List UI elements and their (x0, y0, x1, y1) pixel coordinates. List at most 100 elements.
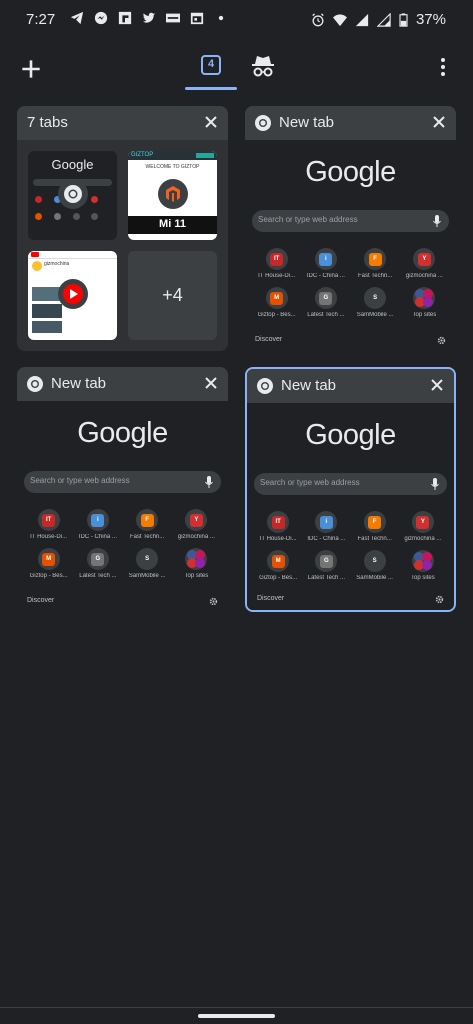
shortcut-tile: IT IT House-Di... (24, 509, 73, 540)
mic-icon (431, 478, 439, 490)
shortcut-tile: F Fast Techn... (123, 509, 172, 540)
chrome-badge (58, 179, 88, 209)
more-tabs-count: +4 (128, 251, 217, 340)
close-icon[interactable] (203, 375, 219, 391)
search-placeholder: Search or type web address (258, 215, 358, 224)
tab-count: 4 (207, 58, 215, 70)
shortcut-tile: i IDC - China ... (301, 248, 350, 279)
selected-tab-indicator (185, 87, 237, 90)
tab-group-title: 7 tabs (27, 114, 68, 131)
shortcut-tile: i IDC - China ... (73, 509, 122, 540)
mini-giztop-title: GIZTOP (131, 152, 154, 158)
shortcut-tile: G Latest Tech ... (73, 548, 122, 579)
shortcut-label: SamMobile ... (128, 573, 166, 579)
shortcut-icon (185, 548, 208, 570)
shortcut-icon: F (136, 509, 159, 531)
tab-card-selected[interactable]: New tab Google Search or type web address I… (245, 367, 456, 612)
more-options-icon[interactable] (433, 54, 453, 80)
youtube-badge (58, 279, 88, 309)
mini-google-logo: Google (51, 157, 94, 172)
shortcut-grid: IT IT House-Di... i IDC - China ... F Fast Te… (24, 509, 221, 579)
shortcut-icon: F (364, 248, 387, 270)
shortcut-tile: M Giztop - Bes... (254, 550, 302, 581)
shortcut-tile: F Fast Techn... (351, 248, 400, 279)
shortcut-favicon: M (271, 554, 285, 568)
shortcut-label: Top sites (411, 575, 435, 581)
shortcut-label: Fast Techn... (357, 536, 392, 542)
shortcut-tile: G Latest Tech ... (301, 287, 350, 318)
shortcut-favicon: i (91, 513, 105, 527)
gizmochina-icon (166, 13, 180, 23)
shortcut-icon: M (37, 548, 60, 570)
close-icon[interactable] (203, 114, 219, 130)
top-sites-icon (415, 289, 434, 307)
discover-label: Discover (257, 595, 285, 602)
chrome-icon (64, 185, 82, 203)
tab-card[interactable]: New tab Google Search or type web address I… (245, 106, 456, 351)
close-icon[interactable] (429, 377, 445, 393)
gear-icon (437, 336, 446, 345)
dot-icon (218, 15, 224, 21)
telegram-icon (70, 11, 84, 25)
shortcut-favicon: IT (42, 513, 56, 527)
shortcut-favicon: S (368, 554, 382, 568)
shortcut-icon: S (363, 550, 386, 572)
incognito-icon[interactable] (249, 52, 277, 80)
flipboard-icon (118, 11, 132, 25)
tab-group-card[interactable]: 7 tabs Google GIZTOP WELCOME TO GIZTOP M… (17, 106, 228, 351)
shortcut-tile: Ygizmochina ... (172, 509, 221, 540)
chrome-icon (27, 376, 43, 392)
shortcut-favicon: S (140, 552, 154, 566)
tab-switcher-toolbar: 4 (0, 44, 473, 92)
shortcut-favicon: G (319, 291, 333, 305)
shortcut-label: Top sites (412, 312, 437, 318)
tab-thumbnail: Google Search or type web address IT IT Hou… (245, 140, 456, 351)
discover-label: Discover (255, 336, 283, 343)
shortcut-tile: IT IT House-Di... (252, 248, 301, 279)
shortcut-favicon: IT (271, 515, 285, 529)
shortcut-tile: Top sites (400, 287, 449, 318)
shortcut-favicon: i (319, 252, 333, 266)
shortcut-favicon: G (319, 554, 333, 568)
alarm-icon (312, 12, 324, 26)
shortcut-tile: i IDC - China ... (302, 511, 350, 542)
shortcut-label: Fast Techn... (130, 534, 165, 540)
close-icon[interactable] (431, 114, 447, 130)
shortcut-tile: S SamMobile ... (123, 548, 172, 579)
shortcut-icon: S (364, 287, 387, 309)
mic-icon (433, 215, 441, 227)
shortcut-favicon: M (42, 552, 56, 566)
tab-card[interactable]: New tab Google Search or type web address I… (17, 367, 228, 612)
battery-percent: 37% (415, 11, 446, 28)
shortcut-label: Giztop - Bes... (259, 575, 298, 581)
shortcut-tile: M Giztop - Bes... (24, 548, 73, 579)
shortcut-label: IT House-Di... (258, 273, 296, 279)
shortcut-icon: IT (265, 248, 288, 270)
shortcut-favicon: G (91, 552, 105, 566)
nav-bar-divider (0, 1007, 473, 1008)
shortcut-label: SamMobile ... (356, 312, 394, 318)
mic-icon (205, 476, 213, 488)
shortcut-favicon: Y (417, 252, 431, 266)
group-tile-giztop: GIZTOP WELCOME TO GIZTOP Mi 11 (128, 151, 217, 240)
wifi-icon (332, 13, 347, 26)
shortcut-icon: F (363, 511, 386, 533)
tab-thumbnail: Google Search or type web address IT IT Hou… (247, 403, 454, 610)
gear-icon (435, 595, 444, 604)
mini-giztop-caption: Mi 11 (159, 218, 186, 230)
google-logo: Google (305, 156, 396, 188)
gesture-nav-handle[interactable] (198, 1014, 275, 1018)
shortcut-label: gizmochina ... (404, 536, 442, 542)
shortcut-favicon: S (368, 291, 382, 305)
normal-tabs-button[interactable]: 4 (197, 52, 225, 80)
new-tab-plus-icon[interactable] (18, 56, 44, 82)
shortcut-label: Giztop - Bes... (257, 312, 296, 318)
shortcut-icon: G (314, 287, 337, 309)
card-header: New tab (245, 106, 456, 140)
mini-giztop-header: GIZTOP (128, 151, 217, 160)
card-header: 7 tabs (17, 106, 228, 140)
search-placeholder: Search or type web address (260, 478, 360, 487)
magento-icon (166, 186, 180, 202)
mini-yt-bar (28, 251, 117, 259)
shortcut-icon: IT (37, 509, 60, 531)
